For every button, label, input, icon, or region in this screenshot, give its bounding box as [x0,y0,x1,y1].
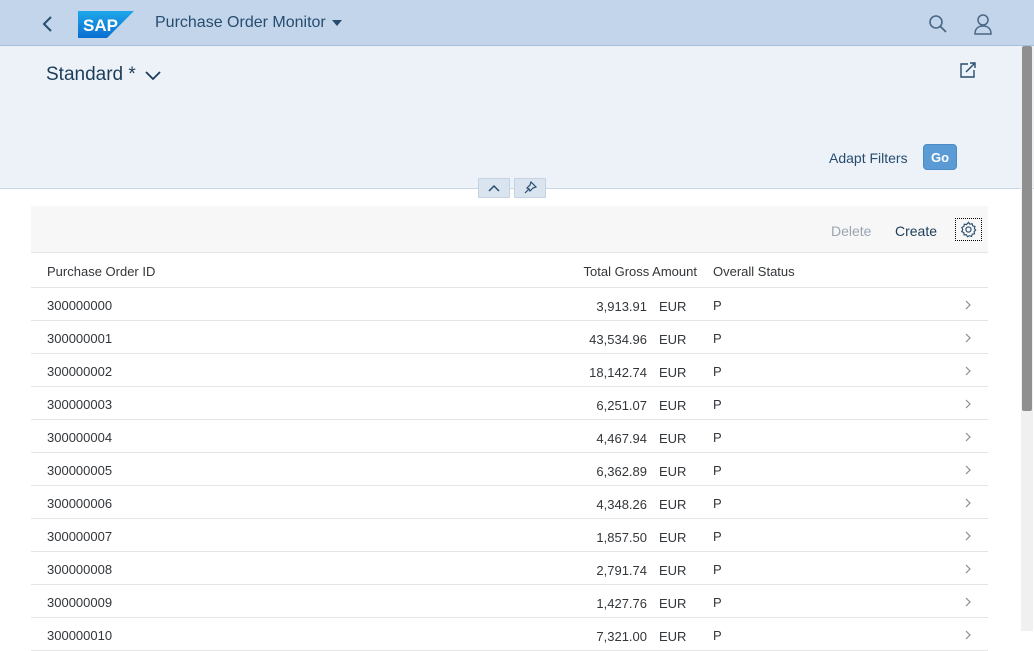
user-icon[interactable] [973,13,993,35]
chevron-down-icon [145,71,161,81]
table-settings-button[interactable] [955,218,982,241]
caret-down-icon [331,20,342,26]
table-row[interactable]: 300000004 4,467.94 EUR P [31,420,988,453]
currency-cell: EUR [659,332,687,347]
amount-cell: 4,467.94 [596,431,647,446]
variant-name: Standard * [46,64,136,85]
table-row[interactable]: 300000000 3,913.91 EUR P [31,288,988,321]
pin-icon [524,181,537,194]
status-cell: P [713,331,722,346]
table-row[interactable]: 300000005 6,362.89 EUR P [31,453,988,486]
status-cell: P [713,364,722,379]
navigation-chevron-icon[interactable] [963,332,973,344]
navigation-chevron-icon[interactable] [963,365,973,377]
navigation-chevron-icon[interactable] [963,563,973,575]
table-row[interactable]: 300000010 7,321.00 EUR P [31,618,988,651]
navigation-chevron-icon[interactable] [963,299,973,311]
currency-cell: EUR [659,431,687,446]
currency-cell: EUR [659,596,687,611]
shell-bar: SAP Purchase Order Monitor [0,0,1034,46]
share-icon[interactable] [959,61,977,79]
sap-logo-text: SAP [83,16,118,35]
po-id-cell: 300000001 [47,331,113,346]
currency-cell: EUR [659,464,687,479]
column-header-total-gross-amount[interactable]: Total Gross Amount [584,264,697,279]
status-cell: P [713,529,722,544]
navigation-chevron-icon[interactable] [963,497,973,509]
table-row[interactable]: 300000008 2,791.74 EUR P [31,552,988,585]
table-row[interactable]: 300000003 6,251.07 EUR P [31,387,988,420]
collapse-header-button[interactable] [478,178,510,198]
po-id-cell: 300000002 [47,364,113,379]
table-row[interactable]: 300000001 43,534.96 EUR P [31,321,988,354]
app-title: Purchase Order Monitor [155,14,326,31]
po-id-cell: 300000009 [47,595,113,610]
delete-button[interactable]: Delete [831,223,871,239]
table-row[interactable]: 300000002 18,142.74 EUR P [31,354,988,387]
po-id-cell: 300000010 [47,628,113,643]
amount-cell: 1,427.76 [596,596,647,611]
back-arrow-icon[interactable] [36,12,60,36]
status-cell: P [713,397,722,412]
po-id-cell: 300000008 [47,562,113,577]
search-icon[interactable] [928,14,948,34]
currency-cell: EUR [659,530,687,545]
dynamic-page-header: Standard * Adapt Filters Go [0,46,1034,189]
currency-cell: EUR [659,629,687,644]
adapt-filters-button[interactable]: Adapt Filters [829,150,908,166]
sap-logo[interactable]: SAP [78,11,134,38]
gear-icon [960,221,977,238]
po-id-cell: 300000000 [47,298,113,313]
amount-cell: 6,251.07 [596,398,647,413]
po-id-cell: 300000006 [47,496,113,511]
purchase-order-table: Purchase Order ID Total Gross Amount Ove… [31,254,988,651]
pin-header-button[interactable] [514,178,546,198]
navigation-chevron-icon[interactable] [963,431,973,443]
amount-cell: 2,791.74 [596,563,647,578]
currency-cell: EUR [659,365,687,380]
navigation-chevron-icon[interactable] [963,398,973,410]
currency-cell: EUR [659,563,687,578]
amount-cell: 43,534.96 [589,332,647,347]
currency-cell: EUR [659,497,687,512]
vertical-scrollbar[interactable] [1021,46,1033,631]
app-title-menu[interactable]: Purchase Order Monitor [155,14,342,32]
po-id-cell: 300000007 [47,529,113,544]
status-cell: P [713,628,722,643]
table-header-row: Purchase Order ID Total Gross Amount Ove… [31,254,988,288]
table-toolbar: Delete Create [31,206,988,253]
status-cell: P [713,595,722,610]
currency-cell: EUR [659,299,687,314]
scrollbar-thumb[interactable] [1022,46,1032,411]
column-header-po-id[interactable]: Purchase Order ID [47,264,155,279]
table-row[interactable]: 300000006 4,348.26 EUR P [31,486,988,519]
chevron-up-icon [488,184,500,192]
amount-cell: 6,362.89 [596,464,647,479]
create-button[interactable]: Create [895,223,937,239]
variant-selector[interactable]: Standard * [46,64,162,86]
go-button[interactable]: Go [923,144,957,170]
status-cell: P [713,463,722,478]
po-id-cell: 300000003 [47,397,113,412]
status-cell: P [713,496,722,511]
table-row[interactable]: 300000007 1,857.50 EUR P [31,519,988,552]
table-row[interactable]: 300000009 1,427.76 EUR P [31,585,988,618]
amount-cell: 4,348.26 [596,497,647,512]
status-cell: P [713,430,722,445]
navigation-chevron-icon[interactable] [963,530,973,542]
navigation-chevron-icon[interactable] [963,596,973,608]
navigation-chevron-icon[interactable] [963,464,973,476]
amount-cell: 7,321.00 [596,629,647,644]
status-cell: P [713,562,722,577]
currency-cell: EUR [659,398,687,413]
amount-cell: 18,142.74 [589,365,647,380]
po-id-cell: 300000004 [47,430,113,445]
column-header-overall-status[interactable]: Overall Status [713,264,795,279]
po-id-cell: 300000005 [47,463,113,478]
amount-cell: 3,913.91 [596,299,647,314]
status-cell: P [713,298,722,313]
amount-cell: 1,857.50 [596,530,647,545]
